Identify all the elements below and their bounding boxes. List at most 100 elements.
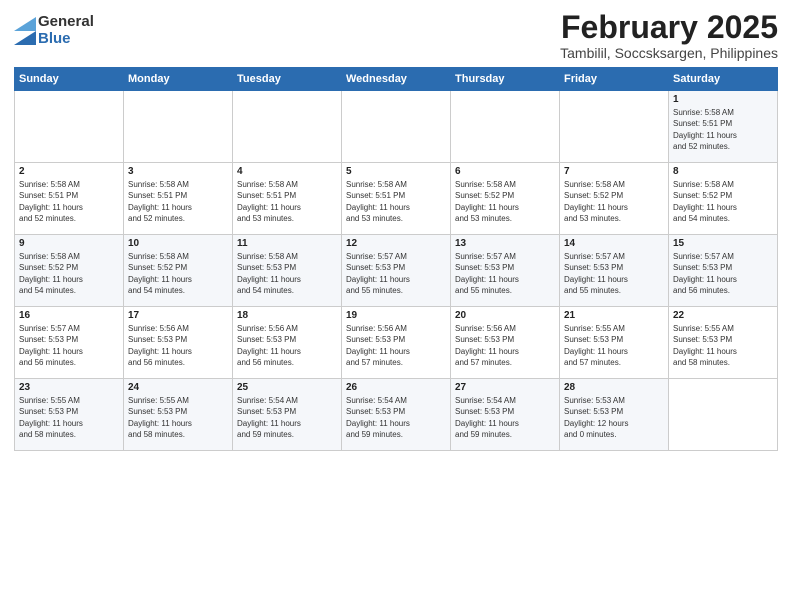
day-info: Sunrise: 5:55 AM Sunset: 5:53 PM Dayligh… bbox=[564, 323, 664, 368]
calendar-cell bbox=[233, 91, 342, 163]
day-number: 14 bbox=[564, 238, 664, 249]
calendar-cell: 24 Sunrise: 5:55 AM Sunset: 5:53 PM Dayli… bbox=[124, 379, 233, 451]
calendar-cell bbox=[15, 91, 124, 163]
day-number: 18 bbox=[237, 310, 337, 321]
day-number: 27 bbox=[455, 382, 555, 393]
day-number: 21 bbox=[564, 310, 664, 321]
day-info: Sunrise: 5:55 AM Sunset: 5:53 PM Dayligh… bbox=[673, 323, 773, 368]
day-number: 11 bbox=[237, 238, 337, 249]
day-info: Sunrise: 5:57 AM Sunset: 5:53 PM Dayligh… bbox=[19, 323, 119, 368]
calendar-row-4: 16 Sunrise: 5:57 AM Sunset: 5:53 PM Dayli… bbox=[15, 307, 778, 379]
title-area: February 2025 Tambilil, Soccsksargen, Ph… bbox=[560, 10, 778, 61]
day-info: Sunrise: 5:54 AM Sunset: 5:53 PM Dayligh… bbox=[455, 395, 555, 440]
day-number: 13 bbox=[455, 238, 555, 249]
day-info: Sunrise: 5:58 AM Sunset: 5:52 PM Dayligh… bbox=[673, 179, 773, 224]
calendar-cell: 7 Sunrise: 5:58 AM Sunset: 5:52 PM Daylig… bbox=[560, 163, 669, 235]
day-number: 4 bbox=[237, 166, 337, 177]
day-info: Sunrise: 5:56 AM Sunset: 5:53 PM Dayligh… bbox=[237, 323, 337, 368]
header-saturday: Saturday bbox=[669, 68, 778, 91]
calendar-cell: 3 Sunrise: 5:58 AM Sunset: 5:51 PM Daylig… bbox=[124, 163, 233, 235]
day-number: 16 bbox=[19, 310, 119, 321]
calendar-cell: 4 Sunrise: 5:58 AM Sunset: 5:51 PM Daylig… bbox=[233, 163, 342, 235]
calendar-cell: 10 Sunrise: 5:58 AM Sunset: 5:52 PM Dayli… bbox=[124, 235, 233, 307]
calendar-cell: 27 Sunrise: 5:54 AM Sunset: 5:53 PM Dayli… bbox=[451, 379, 560, 451]
day-info: Sunrise: 5:58 AM Sunset: 5:53 PM Dayligh… bbox=[237, 251, 337, 296]
day-info: Sunrise: 5:53 AM Sunset: 5:53 PM Dayligh… bbox=[564, 395, 664, 440]
day-number: 26 bbox=[346, 382, 446, 393]
day-number: 25 bbox=[237, 382, 337, 393]
calendar-cell: 14 Sunrise: 5:57 AM Sunset: 5:53 PM Dayli… bbox=[560, 235, 669, 307]
calendar-cell: 19Sunrise: 5:56 AM Sunset: 5:53 PM Dayli… bbox=[342, 307, 451, 379]
calendar-row-5: 23 Sunrise: 5:55 AM Sunset: 5:53 PM Dayli… bbox=[15, 379, 778, 451]
calendar-table: Sunday Monday Tuesday Wednesday Thursday… bbox=[14, 67, 778, 451]
day-info: Sunrise: 5:58 AM Sunset: 5:52 PM Dayligh… bbox=[128, 251, 228, 296]
day-number: 22 bbox=[673, 310, 773, 321]
calendar-cell: 18 Sunrise: 5:56 AM Sunset: 5:53 PM Dayli… bbox=[233, 307, 342, 379]
calendar-cell: 23 Sunrise: 5:55 AM Sunset: 5:53 PM Dayli… bbox=[15, 379, 124, 451]
day-info: Sunrise: 5:58 AM Sunset: 5:51 PM Dayligh… bbox=[128, 179, 228, 224]
day-number: 19 bbox=[346, 310, 446, 321]
logo-general-label: General bbox=[38, 14, 94, 31]
day-info: Sunrise: 5:58 AM Sunset: 5:51 PM Dayligh… bbox=[673, 107, 773, 152]
day-info: Sunrise: 5:57 AM Sunset: 5:53 PM Dayligh… bbox=[346, 251, 446, 296]
calendar-cell: 21 Sunrise: 5:55 AM Sunset: 5:53 PM Dayli… bbox=[560, 307, 669, 379]
day-number: 9 bbox=[19, 238, 119, 249]
calendar-cell: 26 Sunrise: 5:54 AM Sunset: 5:53 PM Dayli… bbox=[342, 379, 451, 451]
day-number: 12 bbox=[346, 238, 446, 249]
calendar-cell: 8 Sunrise: 5:58 AM Sunset: 5:52 PM Daylig… bbox=[669, 163, 778, 235]
day-number: 20 bbox=[455, 310, 555, 321]
day-number: 10 bbox=[128, 238, 228, 249]
logo-blue-label: Blue bbox=[38, 31, 94, 48]
day-info: Sunrise: 5:56 AM Sunset: 5:53 PM Dayligh… bbox=[455, 323, 555, 368]
calendar-cell bbox=[124, 91, 233, 163]
header-sunday: Sunday bbox=[15, 68, 124, 91]
calendar-header: Sunday Monday Tuesday Wednesday Thursday… bbox=[15, 68, 778, 91]
logo-icon bbox=[14, 17, 36, 45]
calendar-title: February 2025 bbox=[560, 10, 778, 45]
calendar-cell: 22 Sunrise: 5:55 AM Sunset: 5:53 PM Dayli… bbox=[669, 307, 778, 379]
day-info: Sunrise: 5:58 AM Sunset: 5:52 PM Dayligh… bbox=[564, 179, 664, 224]
calendar-cell bbox=[560, 91, 669, 163]
calendar-subtitle: Tambilil, Soccsksargen, Philippines bbox=[560, 45, 778, 61]
day-number: 6 bbox=[455, 166, 555, 177]
header-row: Sunday Monday Tuesday Wednesday Thursday… bbox=[15, 68, 778, 91]
calendar-cell: 28Sunrise: 5:53 AM Sunset: 5:53 PM Dayli… bbox=[560, 379, 669, 451]
calendar-cell: 6Sunrise: 5:58 AM Sunset: 5:52 PM Daylig… bbox=[451, 163, 560, 235]
calendar-cell bbox=[451, 91, 560, 163]
day-number: 3 bbox=[128, 166, 228, 177]
header: General Blue February 2025 Tambilil, Soc… bbox=[14, 10, 778, 61]
calendar-cell bbox=[669, 379, 778, 451]
header-tuesday: Tuesday bbox=[233, 68, 342, 91]
day-number: 24 bbox=[128, 382, 228, 393]
day-info: Sunrise: 5:57 AM Sunset: 5:53 PM Dayligh… bbox=[455, 251, 555, 296]
calendar-row-2: 2Sunrise: 5:58 AM Sunset: 5:51 PM Daylig… bbox=[15, 163, 778, 235]
calendar-cell: 25 Sunrise: 5:54 AM Sunset: 5:53 PM Dayli… bbox=[233, 379, 342, 451]
calendar-cell: 12 Sunrise: 5:57 AM Sunset: 5:53 PM Dayli… bbox=[342, 235, 451, 307]
calendar-cell: 2Sunrise: 5:58 AM Sunset: 5:51 PM Daylig… bbox=[15, 163, 124, 235]
day-info: Sunrise: 5:54 AM Sunset: 5:53 PM Dayligh… bbox=[346, 395, 446, 440]
day-info: Sunrise: 5:55 AM Sunset: 5:53 PM Dayligh… bbox=[128, 395, 228, 440]
calendar-cell: 11 Sunrise: 5:58 AM Sunset: 5:53 PM Dayli… bbox=[233, 235, 342, 307]
day-number: 5 bbox=[346, 166, 446, 177]
day-number: 8 bbox=[673, 166, 773, 177]
day-info: Sunrise: 5:58 AM Sunset: 5:51 PM Dayligh… bbox=[346, 179, 446, 224]
day-number: 17 bbox=[128, 310, 228, 321]
calendar-cell: 13 Sunrise: 5:57 AM Sunset: 5:53 PM Dayli… bbox=[451, 235, 560, 307]
calendar-cell bbox=[342, 91, 451, 163]
calendar-cell: 9 Sunrise: 5:58 AM Sunset: 5:52 PM Daylig… bbox=[15, 235, 124, 307]
day-info: Sunrise: 5:54 AM Sunset: 5:53 PM Dayligh… bbox=[237, 395, 337, 440]
day-number: 23 bbox=[19, 382, 119, 393]
calendar-body: 1 Sunrise: 5:58 AM Sunset: 5:51 PM Daylig… bbox=[15, 91, 778, 451]
calendar-cell: 20 Sunrise: 5:56 AM Sunset: 5:53 PM Dayli… bbox=[451, 307, 560, 379]
day-info: Sunrise: 5:58 AM Sunset: 5:52 PM Dayligh… bbox=[19, 251, 119, 296]
day-info: Sunrise: 5:55 AM Sunset: 5:53 PM Dayligh… bbox=[19, 395, 119, 440]
day-number: 1 bbox=[673, 94, 773, 105]
page: General Blue February 2025 Tambilil, Soc… bbox=[0, 0, 792, 612]
calendar-cell: 16 Sunrise: 5:57 AM Sunset: 5:53 PM Dayli… bbox=[15, 307, 124, 379]
day-info: Sunrise: 5:57 AM Sunset: 5:53 PM Dayligh… bbox=[564, 251, 664, 296]
logo: General Blue bbox=[14, 14, 94, 47]
day-info: Sunrise: 5:58 AM Sunset: 5:51 PM Dayligh… bbox=[237, 179, 337, 224]
calendar-row-3: 9 Sunrise: 5:58 AM Sunset: 5:52 PM Daylig… bbox=[15, 235, 778, 307]
day-number: 7 bbox=[564, 166, 664, 177]
day-number: 15 bbox=[673, 238, 773, 249]
